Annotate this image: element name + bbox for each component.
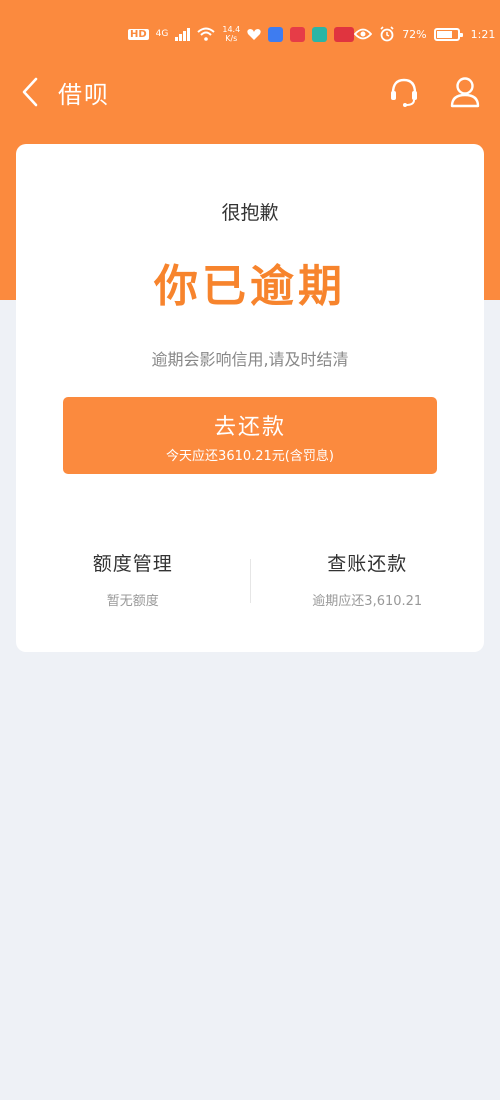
app-notification-icon	[290, 26, 306, 42]
battery-percent: 72%	[402, 27, 427, 41]
repay-button[interactable]: 去还款 今天应还3610.21元(含罚息)	[63, 397, 437, 474]
speed-unit: K/s	[225, 34, 238, 43]
headset-icon[interactable]	[388, 76, 420, 108]
chevron-left-icon[interactable]	[20, 77, 40, 107]
overdue-notice: 逾期会影响信用,请及时结清	[151, 350, 349, 369]
action-sub: 逾期应还3,610.21	[312, 594, 423, 609]
signal-icon	[175, 27, 191, 41]
status-bar: HD 4G 14.4 K/s 72% 1:21	[0, 0, 500, 68]
heart-icon	[247, 28, 261, 40]
check-bill-repay[interactable]: 查账还款 逾期应还3,610.21	[251, 549, 485, 609]
wifi-icon	[197, 27, 216, 41]
battery-icon	[433, 27, 463, 41]
repay-amount-text: 今天应还3610.21元(含罚息)	[166, 449, 334, 464]
overdue-card: 很抱歉 你已逾期 逾期会影响信用,请及时结清 去还款 今天应还3610.21元(…	[16, 144, 484, 652]
eye-icon	[354, 28, 373, 40]
action-label: 额度管理	[92, 553, 173, 575]
action-label: 查账还款	[327, 553, 408, 575]
bottom-actions: 额度管理 暂无额度 查账还款 逾期应还3,610.21	[16, 549, 484, 609]
hd-badge: HD	[128, 28, 149, 40]
app-notification-icon	[312, 26, 328, 42]
network-speed: 14.4 K/s	[222, 25, 240, 43]
overdue-title: 你已逾期	[154, 261, 346, 312]
user-icon[interactable]	[450, 76, 480, 108]
app-notification-icon	[334, 26, 355, 42]
clock: 1:21	[470, 27, 496, 41]
repay-button-label: 去还款	[213, 415, 286, 440]
nav-actions	[388, 76, 480, 108]
card-subtitle: 很抱歉	[221, 202, 279, 224]
alarm-icon	[380, 26, 394, 42]
nav-bar: 借呗	[0, 68, 500, 116]
credit-limit-management[interactable]: 额度管理 暂无额度	[16, 549, 250, 609]
status-bar-left: HD 4G 14.4 K/s	[128, 25, 355, 43]
status-bar-right: 72% 1:21	[354, 26, 495, 42]
app-notification-icon	[268, 26, 284, 42]
network-type: 4G	[155, 28, 169, 39]
action-sub: 暂无额度	[106, 594, 159, 609]
page-title: 借呗	[58, 80, 110, 109]
speed-value: 14.4	[222, 25, 241, 34]
